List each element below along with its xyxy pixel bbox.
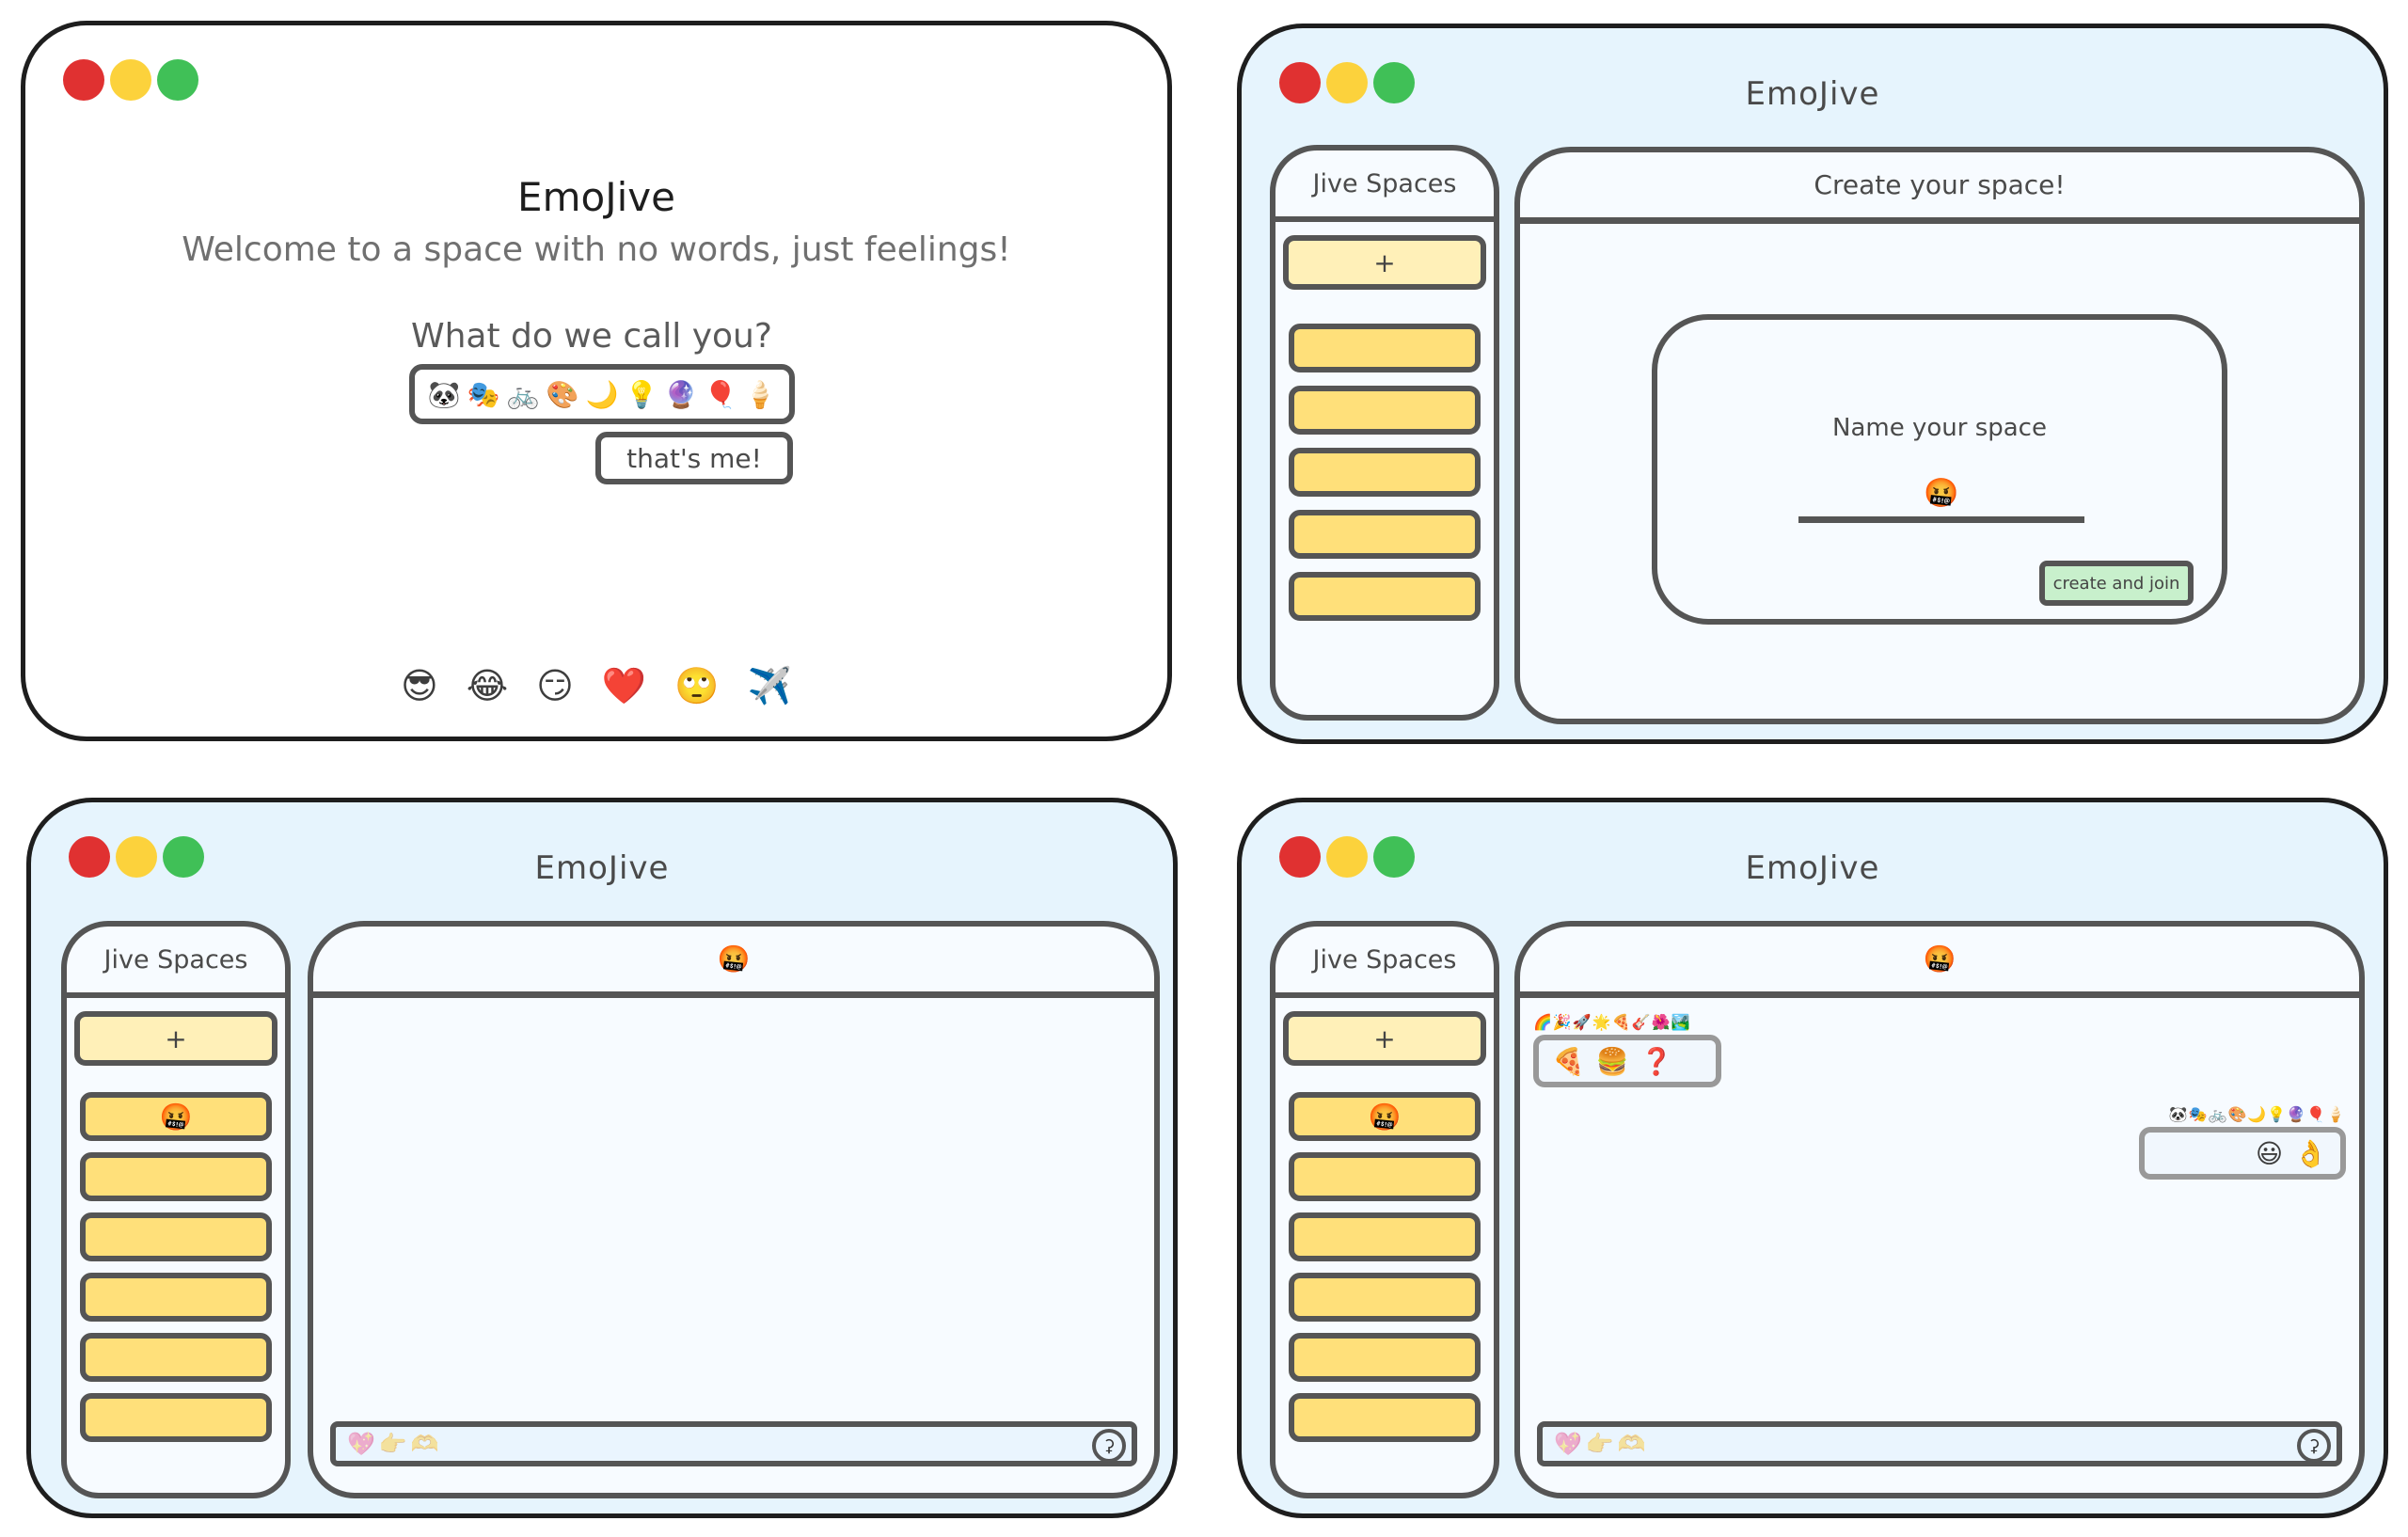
window-title: EmoJive	[1745, 849, 1880, 887]
chat-message-left: 🌈🎉🚀🌟🍕🎸🌺🏞️ 🍕 🍔 ❓	[1533, 1013, 1721, 1087]
heart-emoji-icon: ❤️	[601, 665, 647, 706]
spaces-sidebar: Jive Spaces +	[1270, 145, 1499, 721]
sidebar-title: Jive Spaces	[67, 927, 285, 998]
message-emoji: 😃	[2255, 1137, 2284, 1169]
mic-icon[interactable]: ⚳	[2297, 1429, 2331, 1463]
sidebar-title: Jive Spaces	[1275, 927, 1494, 998]
space-item[interactable]	[1289, 324, 1481, 372]
create-space-window: EmoJive Jive Spaces + Create your space!…	[1237, 24, 2388, 744]
minimize-button[interactable]	[110, 59, 151, 101]
laughing-emoji-icon: 😂	[466, 665, 509, 706]
name-emoji: 💡	[625, 378, 658, 410]
space-list	[1275, 324, 1494, 621]
window-title: EmoJive	[534, 849, 670, 887]
chat-active-window: EmoJive Jive Spaces + 🤬 🤬 🌈🎉🚀🌟🍕🎸🌺🏞️ 🍕 🍔 …	[1237, 798, 2388, 1518]
message-bubble: 🍕 🍔 ❓	[1533, 1035, 1721, 1087]
name-emoji: 🎨	[546, 378, 579, 410]
chat-pane: 🤬 🌈🎉🚀🌟🍕🎸🌺🏞️ 🍕 🍔 ❓ 🐼🎭🚲🎨🌙💡🔮🎈🍦 😃 👌 💖👉🫶 ⚳	[1514, 921, 2365, 1498]
name-emoji: 🍦	[743, 378, 777, 410]
space-item[interactable]	[1289, 1333, 1481, 1382]
name-emoji: 🎈	[704, 378, 737, 410]
window-controls	[63, 59, 198, 101]
space-name-input[interactable]	[1798, 470, 2084, 523]
space-item[interactable]: 🤬	[80, 1092, 272, 1141]
space-item[interactable]	[1289, 386, 1481, 435]
message-placeholder: 💖👉🫶	[347, 1431, 443, 1457]
mic-icon[interactable]: ⚳	[1092, 1429, 1126, 1463]
create-and-join-button[interactable]: create and join	[2039, 561, 2194, 606]
message-input[interactable]: 💖👉🫶 ⚳	[330, 1421, 1137, 1466]
footer-emoji-row: 😎 😂 😏 ❤️ 🙄 ✈️	[25, 665, 1167, 707]
name-emoji: 🔮	[664, 378, 698, 410]
landing-window: EmoJive Welcome to a space with no words…	[21, 21, 1172, 741]
message-bubble: 😃 👌	[2139, 1127, 2346, 1180]
name-emoji: 🚲	[506, 378, 540, 410]
space-item[interactable]: 🤬	[1289, 1092, 1481, 1141]
name-emoji: 🌙	[585, 378, 619, 410]
eye-roll-emoji-icon: 🙄	[674, 665, 720, 706]
space-item[interactable]	[1289, 1212, 1481, 1261]
space-item[interactable]	[80, 1152, 272, 1201]
space-item[interactable]	[1289, 448, 1481, 497]
landing-subtitle: Welcome to a space with no words, just f…	[182, 230, 1011, 269]
create-space-pane: Create your space! Name your space creat…	[1514, 147, 2365, 724]
sunglasses-emoji-icon: 😎	[401, 665, 438, 706]
chat-header: 🤬	[1520, 927, 2359, 998]
space-item[interactable]	[80, 1333, 272, 1382]
space-item[interactable]	[80, 1393, 272, 1442]
message-emoji: ❓	[1640, 1045, 1673, 1077]
message-sender: 🌈🎉🚀🌟🍕🎸🌺🏞️	[1533, 1013, 1691, 1031]
message-input[interactable]: 💖👉🫶 ⚳	[1537, 1421, 2342, 1466]
message-emoji: 🍕	[1552, 1045, 1585, 1077]
message-placeholder: 💖👉🫶	[1554, 1431, 1650, 1457]
add-space-button[interactable]: +	[74, 1011, 277, 1066]
space-list: 🤬	[1275, 1092, 1494, 1442]
name-input[interactable]: 🐼 🎭 🚲 🎨 🌙 💡 🔮 🎈 🍦	[409, 364, 795, 424]
space-item[interactable]	[80, 1273, 272, 1322]
space-item[interactable]	[1289, 1273, 1481, 1322]
space-list: 🤬	[67, 1092, 285, 1442]
confirm-name-button[interactable]: that's me!	[595, 432, 793, 484]
space-item[interactable]	[1289, 572, 1481, 621]
airplane-emoji-icon: ✈️	[747, 665, 792, 706]
spaces-sidebar: Jive Spaces + 🤬	[61, 921, 291, 1498]
smirk-emoji-icon: 😏	[536, 665, 574, 706]
space-item[interactable]	[1289, 510, 1481, 559]
space-item[interactable]	[1289, 1393, 1481, 1442]
chat-pane: 🤬 💖👉🫶 ⚳	[308, 921, 1160, 1498]
space-item[interactable]	[1289, 1152, 1481, 1201]
chat-message-right: 🐼🎭🚲🎨🌙💡🔮🎈🍦 😃 👌	[2139, 1105, 2346, 1180]
chat-header: 🤬	[313, 927, 1154, 998]
sidebar-title: Jive Spaces	[1275, 151, 1494, 222]
chat-empty-window: EmoJive Jive Spaces + 🤬 🤬 💖👉🫶 ⚳	[26, 798, 1178, 1518]
window-title: EmoJive	[1745, 75, 1880, 113]
create-space-card: Name your space create and join	[1652, 314, 2227, 625]
space-item[interactable]	[80, 1212, 272, 1261]
add-space-button[interactable]: +	[1283, 1011, 1486, 1066]
message-emoji: 👌	[2294, 1137, 2327, 1169]
name-emoji: 🐼	[427, 378, 461, 410]
name-emoji: 🎭	[467, 378, 500, 410]
maximize-button[interactable]	[157, 59, 198, 101]
landing-title: EmoJive	[517, 174, 675, 220]
name-prompt: What do we call you?	[411, 317, 772, 356]
spaces-sidebar: Jive Spaces + 🤬	[1270, 921, 1499, 1498]
close-button[interactable]	[63, 59, 104, 101]
add-space-button[interactable]: +	[1283, 235, 1486, 290]
space-name-label: Name your space	[1832, 414, 2047, 442]
message-sender: 🐼🎭🚲🎨🌙💡🔮🎈🍦	[2168, 1105, 2346, 1123]
message-emoji: 🍔	[1595, 1045, 1629, 1077]
pane-header: Create your space!	[1520, 152, 2359, 224]
